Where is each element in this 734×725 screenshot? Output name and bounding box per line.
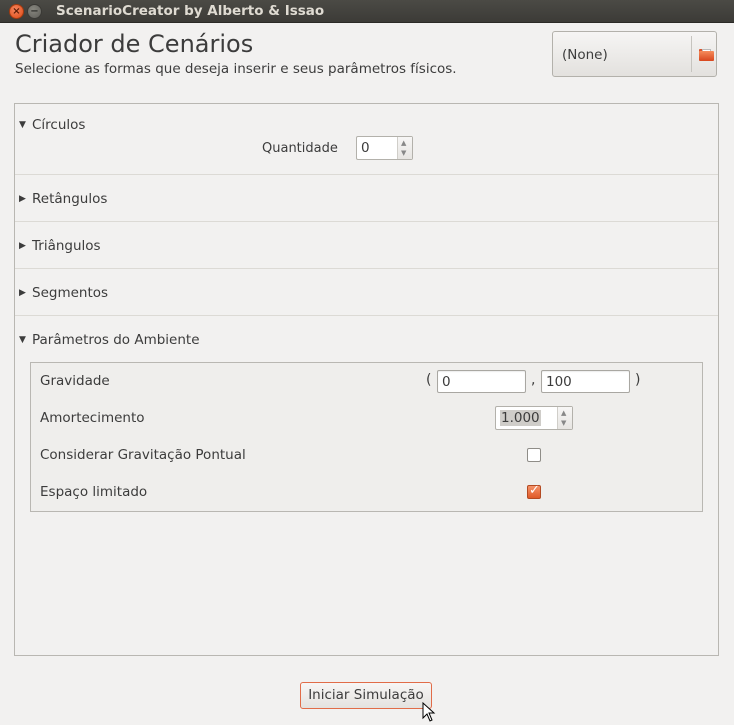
expander-segmentos[interactable]: ▶ Segmentos (19, 283, 108, 303)
expander-ambiente-label: Parâmetros do Ambiente (32, 332, 200, 348)
file-chooser-button[interactable]: (None) (552, 31, 717, 77)
gravidade-comma: , (531, 372, 536, 388)
spin-up-icon[interactable]: ▲ (561, 409, 566, 417)
close-window-button[interactable]: × (9, 4, 24, 19)
spin-up-icon[interactable]: ▲ (401, 139, 406, 147)
amortecimento-label: Amortecimento (40, 410, 145, 426)
quantidade-spin-buttons[interactable]: ▲ ▼ (397, 137, 412, 159)
start-simulation-button[interactable]: Iniciar Simulação (300, 682, 432, 709)
divider (15, 174, 718, 175)
expanded-arrow-icon: ▼ (19, 120, 26, 130)
spin-down-icon[interactable]: ▼ (401, 149, 406, 157)
minimize-window-button[interactable]: − (27, 4, 42, 19)
check-icon: ✓ (529, 483, 540, 498)
gravidade-x-field[interactable]: 0 (437, 370, 526, 393)
divider (15, 221, 718, 222)
file-chooser-separator (691, 36, 692, 72)
expander-segmentos-label: Segmentos (32, 285, 109, 301)
espaco-limitado-checkbox[interactable]: ✓ (527, 483, 541, 499)
spin-down-icon[interactable]: ▼ (561, 419, 566, 427)
expander-retangulos[interactable]: ▶ Retângulos (19, 189, 107, 209)
expander-retangulos-label: Retângulos (32, 191, 108, 207)
gravitacao-pontual-checkbox[interactable] (527, 448, 541, 462)
expander-triangulos-label: Triângulos (32, 238, 101, 254)
expander-circulos[interactable]: ▼ Círculos (19, 115, 85, 135)
gravidade-y-value: 100 (546, 374, 572, 390)
expanded-arrow-icon: ▼ (19, 335, 26, 345)
window-titlebar: × − ScenarioCreator by Alberto & Issao (0, 0, 734, 23)
page-subtitle: Selecione as formas que deseja inserir e… (15, 61, 457, 77)
divider (15, 268, 718, 269)
ambiente-params-box: Gravidade ( 0 , 100 ) Amortecimento 1.00… (30, 362, 703, 512)
folder-icon (699, 49, 714, 61)
quantidade-value: 0 (361, 140, 370, 156)
gravidade-label: Gravidade (40, 373, 110, 389)
collapsed-arrow-icon: ▶ (19, 194, 26, 204)
amortecimento-spin-buttons[interactable]: ▲ ▼ (557, 407, 572, 429)
collapsed-arrow-icon: ▶ (19, 288, 26, 298)
page-title: Criador de Cenários (15, 30, 254, 58)
expander-circulos-label: Círculos (32, 117, 86, 133)
gravitacao-pontual-label: Considerar Gravitação Pontual (40, 447, 246, 463)
quantidade-label: Quantidade (262, 141, 338, 156)
amortecimento-spinner[interactable]: 1.000 ▲ ▼ (495, 406, 573, 430)
amortecimento-value: 1.000 (500, 410, 541, 426)
expander-triangulos[interactable]: ▶ Triângulos (19, 236, 101, 256)
collapsed-arrow-icon: ▶ (19, 241, 26, 251)
quantidade-spinner[interactable]: 0 ▲ ▼ (356, 136, 413, 160)
divider (15, 315, 718, 316)
window-title: ScenarioCreator by Alberto & Issao (56, 3, 325, 19)
expander-ambiente[interactable]: ▼ Parâmetros do Ambiente (19, 330, 200, 350)
gravidade-close-paren: ) (635, 372, 641, 388)
mouse-cursor-icon (422, 702, 436, 722)
espaco-limitado-label: Espaço limitado (40, 484, 148, 500)
shapes-panel: ▼ Círculos Quantidade 0 ▲ ▼ ▶ Retângulos ▶… (14, 103, 719, 656)
gravidade-x-value: 0 (442, 374, 451, 390)
file-chooser-value: (None) (562, 47, 608, 63)
gravidade-y-field[interactable]: 100 (541, 370, 630, 393)
gravidade-open-paren: ( (426, 372, 432, 388)
